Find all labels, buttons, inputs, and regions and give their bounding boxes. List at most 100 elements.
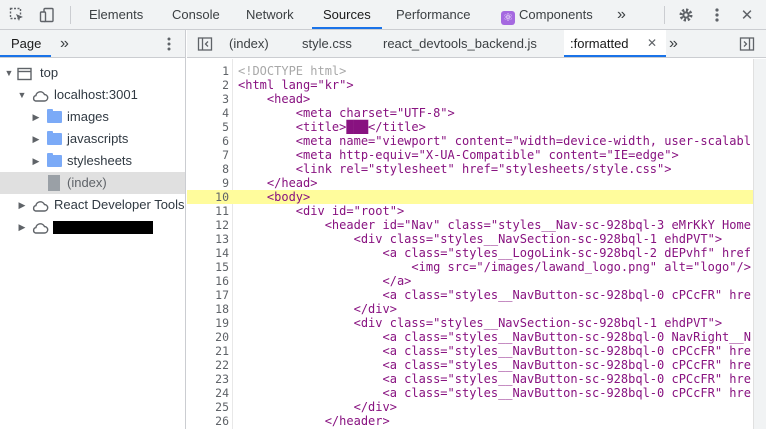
code-line[interactable]: 2 <html lang="kr"> <box>187 78 753 92</box>
file-icon <box>48 175 60 191</box>
tab-page[interactable]: Page <box>0 30 52 57</box>
editor-tab-style-css[interactable]: style.css <box>302 30 352 57</box>
code-line[interactable]: 16 </a> <box>187 274 753 288</box>
editor-tab-index[interactable]: (index) <box>229 30 269 57</box>
code-line[interactable]: 24 <a class="styles__NavButton-sc-928bql… <box>187 386 753 400</box>
react-icon: ⚛ <box>501 11 515 25</box>
tree-item-react-devtools[interactable]: ▶ React Developer Tools <box>0 194 185 216</box>
line-number[interactable]: 10 <box>187 190 229 204</box>
line-number[interactable]: 14 <box>187 246 229 260</box>
line-number[interactable]: 21 <box>187 344 229 358</box>
code-line[interactable]: 1 <!DOCTYPE html> <box>187 64 753 78</box>
expand-triangle-icon[interactable]: ▼ <box>17 84 27 106</box>
code-line[interactable]: 26 </header> <box>187 414 753 428</box>
line-number[interactable]: 2 <box>187 78 229 92</box>
collapse-triangle-icon[interactable]: ▶ <box>17 216 27 238</box>
navigator-more-button[interactable]: » <box>60 30 69 57</box>
folder-icon <box>47 109 62 123</box>
tree-item-index[interactable]: (index) <box>0 172 185 194</box>
gear-icon[interactable] <box>677 6 695 24</box>
code-line[interactable]: 14 <a class="styles__LogoLink-sc-928bql-… <box>187 246 753 260</box>
editor-more-tabs-button[interactable]: » <box>669 30 678 57</box>
tree-item-localhost[interactable]: ▼ localhost:3001 <box>0 84 185 106</box>
code-line[interactable]: 19 <div class="styles__NavSection-sc-928… <box>187 316 753 330</box>
code-line[interactable]: 4 <meta charset="UTF-8"> <box>187 106 753 120</box>
tree-item-redacted[interactable]: ▶ <box>0 216 185 238</box>
code-text: <meta charset="UTF-8"> <box>238 106 455 120</box>
code-text: <header id="Nav" class="styles__Nav-sc-9… <box>238 218 751 232</box>
line-number[interactable]: 9 <box>187 176 229 190</box>
expand-triangle-icon[interactable]: ▼ <box>4 62 14 84</box>
collapse-triangle-icon[interactable]: ▶ <box>31 128 41 150</box>
close-tab-icon[interactable]: ✕ <box>647 30 657 57</box>
line-number[interactable]: 16 <box>187 274 229 288</box>
code-line[interactable]: 18 </div> <box>187 302 753 316</box>
line-number[interactable]: 8 <box>187 162 229 176</box>
toolbar-divider <box>664 6 665 24</box>
tree-item-javascripts[interactable]: ▶ javascripts <box>0 128 185 150</box>
code-line[interactable]: 9 </head> <box>187 176 753 190</box>
line-number[interactable]: 19 <box>187 316 229 330</box>
line-number[interactable]: 23 <box>187 372 229 386</box>
collapse-triangle-icon[interactable]: ▶ <box>31 106 41 128</box>
collapse-triangle-icon[interactable]: ▶ <box>31 150 41 172</box>
code-line[interactable]: 11 <div id="root"> <box>187 204 753 218</box>
line-number[interactable]: 22 <box>187 358 229 372</box>
tree-item-stylesheets[interactable]: ▶ stylesheets <box>0 150 185 172</box>
line-number[interactable]: 15 <box>187 260 229 274</box>
code-line[interactable]: 8 <link rel="stylesheet" href="styleshee… <box>187 162 753 176</box>
line-number[interactable]: 1 <box>187 64 229 78</box>
editor-tab-formatted[interactable]: :formatted ✕ <box>564 30 666 57</box>
editor-tab-react-devtools-backend[interactable]: react_devtools_backend.js <box>383 30 537 57</box>
code-line[interactable]: 22 <a class="styles__NavButton-sc-928bql… <box>187 358 753 372</box>
tab-elements[interactable]: Elements <box>89 0 143 29</box>
code-text: <div id="root"> <box>238 204 405 218</box>
code-line[interactable]: 15 <img src="/images/lawand_logo.png" al… <box>187 260 753 274</box>
device-toolbar-icon[interactable] <box>38 6 56 24</box>
vertical-scrollbar[interactable] <box>753 59 766 429</box>
tree-item-top[interactable]: ▼ top <box>0 62 185 84</box>
line-number[interactable]: 7 <box>187 148 229 162</box>
line-number[interactable]: 25 <box>187 400 229 414</box>
code-line[interactable]: 23 <a class="styles__NavButton-sc-928bql… <box>187 372 753 386</box>
line-number[interactable]: 11 <box>187 204 229 218</box>
line-number[interactable]: 5 <box>187 120 229 134</box>
code-line[interactable]: 17 <a class="styles__NavButton-sc-928bql… <box>187 288 753 302</box>
line-number[interactable]: 13 <box>187 232 229 246</box>
line-number[interactable]: 3 <box>187 92 229 106</box>
tab-console[interactable]: Console <box>172 0 220 29</box>
line-number[interactable]: 17 <box>187 288 229 302</box>
code-line[interactable]: 5 <title>███</title> <box>187 120 753 134</box>
line-number[interactable]: 26 <box>187 414 229 428</box>
code-line[interactable]: 7 <meta http-equiv="X-UA-Compatible" con… <box>187 148 753 162</box>
line-number[interactable]: 6 <box>187 134 229 148</box>
collapse-triangle-icon[interactable]: ▶ <box>17 194 27 216</box>
line-number[interactable]: 4 <box>187 106 229 120</box>
line-number[interactable]: 12 <box>187 218 229 232</box>
code-line[interactable]: 12 <header id="Nav" class="styles__Nav-s… <box>187 218 753 232</box>
more-tabs-button[interactable]: » <box>617 0 626 29</box>
code-line[interactable]: 21 <a class="styles__NavButton-sc-928bql… <box>187 344 753 358</box>
line-number[interactable]: 24 <box>187 386 229 400</box>
inspect-element-icon[interactable] <box>8 6 26 24</box>
code-line[interactable]: 20 <a class="styles__NavButton-sc-928bql… <box>187 330 753 344</box>
tab-sources[interactable]: Sources <box>312 0 382 29</box>
code-line[interactable]: 3 <head> <box>187 92 753 106</box>
code-line[interactable]: 13 <div class="styles__NavSection-sc-928… <box>187 232 753 246</box>
toggle-debugger-icon[interactable] <box>739 36 755 55</box>
tab-performance[interactable]: Performance <box>396 0 470 29</box>
line-number[interactable]: 20 <box>187 330 229 344</box>
close-icon[interactable]: ✕ <box>738 6 756 24</box>
code-line[interactable]: 25 </div> <box>187 400 753 414</box>
code-line[interactable]: 6 <meta name="viewport" content="width=d… <box>187 134 753 148</box>
code-line[interactable]: 10 <body> <box>187 190 753 204</box>
code-text: <html lang="kr"> <box>238 78 354 92</box>
tree-item-images[interactable]: ▶ images <box>0 106 185 128</box>
line-number[interactable]: 18 <box>187 302 229 316</box>
kebab-menu-icon[interactable] <box>161 36 177 55</box>
tab-network[interactable]: Network <box>246 0 294 29</box>
kebab-menu-icon[interactable] <box>708 6 726 24</box>
tab-components[interactable]: ⚛ Components <box>501 0 593 29</box>
toggle-navigator-icon[interactable] <box>197 36 213 55</box>
code-editor[interactable]: 1 <!DOCTYPE html> 2 <html lang="kr"> 3 <head… <box>187 59 753 429</box>
